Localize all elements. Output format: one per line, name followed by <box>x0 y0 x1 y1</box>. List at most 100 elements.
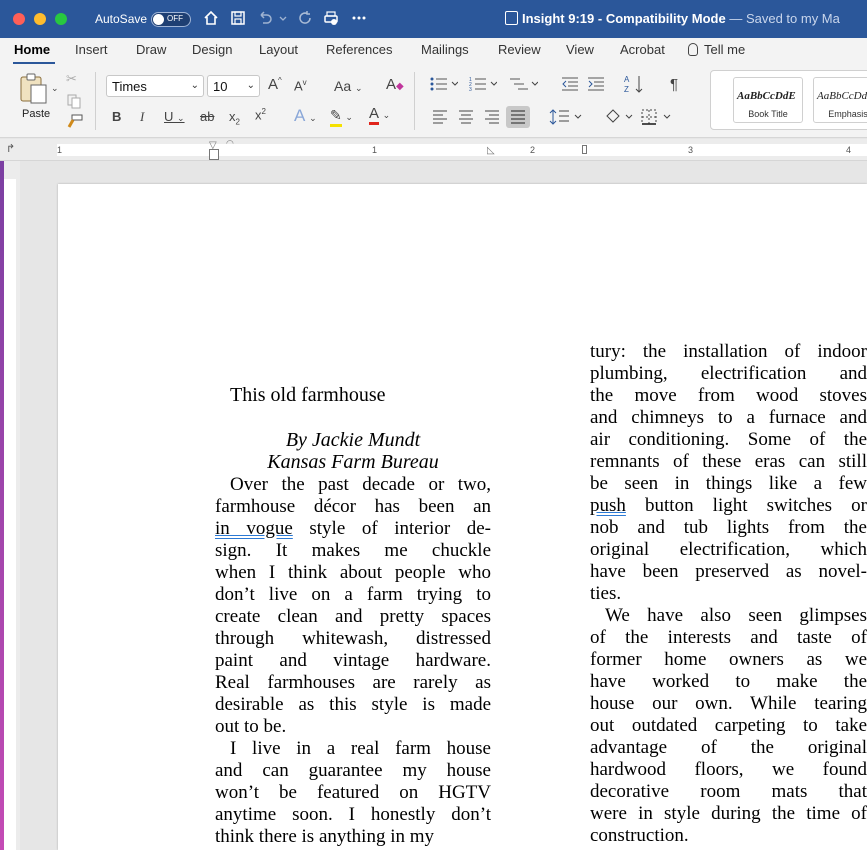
word-doc-icon <box>505 11 518 25</box>
align-left-icon[interactable] <box>432 110 448 124</box>
text-line: advantage of the original <box>590 737 867 758</box>
text-line: We have also seen glimpses <box>605 605 867 626</box>
ruler-number: 1 <box>372 145 378 155</box>
tab-view[interactable]: View <box>566 42 594 57</box>
column-marker[interactable] <box>582 145 587 154</box>
font-size-select[interactable]: 10 ⌄ <box>207 75 260 97</box>
ruler-scale: 1 1 2 3 4 <box>57 144 867 156</box>
highlight-icon[interactable]: ✎ ⌄ <box>330 107 353 127</box>
style-book-title[interactable]: AaBbCcDdE Book Title <box>733 77 803 123</box>
text-line: construction. <box>590 825 689 846</box>
tab-references[interactable]: References <box>326 42 392 57</box>
text-line: in vogue style of interior de- <box>215 518 491 539</box>
text-line: when I think about people who <box>215 562 491 583</box>
tab-draw[interactable]: Draw <box>136 42 166 57</box>
borders-icon[interactable] <box>641 108 673 126</box>
numbering-icon[interactable]: 123 <box>469 76 497 92</box>
ribbon-separator <box>95 72 96 130</box>
text-line: Over the past decade or two, <box>230 474 491 495</box>
home-icon[interactable] <box>202 9 220 27</box>
autosave-toggle[interactable]: OFF <box>151 12 191 27</box>
clear-formatting-icon[interactable]: A◆ <box>386 76 404 93</box>
line-spacing-icon[interactable] <box>549 108 583 126</box>
text-line: former home owners as we <box>590 649 867 670</box>
print-icon[interactable] <box>322 9 340 27</box>
lightbulb-icon <box>688 43 698 56</box>
paste-button[interactable] <box>18 72 52 106</box>
superscript-button[interactable]: x2 <box>255 107 266 122</box>
shading-icon[interactable] <box>604 108 634 126</box>
style-name: Emphasis <box>828 109 867 119</box>
tab-mailings[interactable]: Mailings <box>421 42 469 57</box>
text-line: Real farmhouses are rarely as <box>215 672 491 693</box>
increase-indent-icon[interactable] <box>587 76 605 92</box>
byline-organization: Kansas Farm Bureau <box>267 451 439 473</box>
tab-review[interactable]: Review <box>498 42 541 57</box>
copy-icon[interactable] <box>66 93 82 109</box>
tab-design[interactable]: Design <box>192 42 232 57</box>
paste-dropdown-icon[interactable]: ⌄ <box>51 83 59 94</box>
multilevel-list-icon[interactable] <box>508 76 538 92</box>
chevron-down-icon: ⌄ <box>246 80 255 91</box>
align-right-icon[interactable] <box>484 110 500 124</box>
horizontal-ruler[interactable]: ↱ 1 1 2 3 4 ▽ ◠ ◺ <box>0 138 867 161</box>
strikethrough-button[interactable]: ab <box>200 109 214 124</box>
text-line: nob and tub lights from the <box>590 517 867 538</box>
tell-me[interactable]: Tell me <box>688 42 745 57</box>
font-size-value: 10 <box>213 79 228 94</box>
sort-icon[interactable]: AZ <box>624 74 646 94</box>
more-options-icon[interactable] <box>350 9 368 27</box>
left-indent-marker[interactable] <box>209 149 219 160</box>
zoom-window-button[interactable] <box>55 13 67 25</box>
style-emphasis[interactable]: AaBbCcDd Emphasis <box>813 77 867 123</box>
undo-icon[interactable] <box>256 9 274 27</box>
bold-button[interactable]: B <box>112 109 121 124</box>
italic-button[interactable]: I <box>140 109 144 125</box>
font-name-select[interactable]: Times ⌄ <box>106 75 204 97</box>
text-line: won’t be featured on HGTV <box>215 782 491 803</box>
text-effects-icon[interactable]: A ⌄ <box>294 106 317 126</box>
article-heading: This old farmhouse <box>230 384 386 406</box>
minimize-window-button[interactable] <box>34 13 46 25</box>
tab-home[interactable]: Home <box>14 42 50 57</box>
tab-selector-icon[interactable]: ↱ <box>6 142 15 155</box>
grow-font-icon[interactable]: A^ <box>268 76 282 93</box>
right-column: tury: the installation of indoor plumbing… <box>590 341 867 847</box>
ruler-number: 3 <box>688 145 694 155</box>
text-line: don’t live on a farm trying to <box>215 584 491 605</box>
text-line: create clean and pretty spaces <box>215 606 491 627</box>
tab-acrobat[interactable]: Acrobat <box>620 42 665 57</box>
ribbon-separator <box>414 72 415 130</box>
align-center-icon[interactable] <box>458 110 474 124</box>
underline-button[interactable]: U ⌄ <box>164 109 185 124</box>
bullets-icon[interactable] <box>430 76 458 92</box>
text-line: decorative room mats that <box>590 781 867 802</box>
toggle-state: OFF <box>167 14 183 23</box>
paste-label: Paste <box>22 108 51 120</box>
format-painter-icon[interactable] <box>66 114 84 130</box>
text-line: ties. <box>590 583 622 604</box>
text-line: out outdated carpeting to take <box>590 715 867 736</box>
tab-layout[interactable]: Layout <box>259 42 298 57</box>
close-window-button[interactable] <box>13 13 25 25</box>
svg-text:Z: Z <box>624 85 629 94</box>
byline-author: By Jackie Mundt <box>285 429 421 451</box>
saved-status: — Saved to my Ma <box>729 11 840 26</box>
ruler-number: 4 <box>846 145 852 155</box>
undo-dropdown-icon[interactable] <box>278 9 288 27</box>
cut-icon[interactable]: ✂ <box>66 71 77 87</box>
justify-button[interactable] <box>506 106 530 128</box>
show-formatting-icon[interactable]: ¶ <box>670 76 678 93</box>
indent-marker[interactable]: ◠ <box>226 138 234 149</box>
font-color-icon[interactable]: A ⌄ <box>369 106 390 125</box>
change-case-icon[interactable]: Aa ⌄ <box>334 78 363 94</box>
subscript-button[interactable]: x2 <box>229 109 240 127</box>
shrink-font-icon[interactable]: Av <box>294 78 307 93</box>
vertical-ruler-scale <box>4 179 16 850</box>
redo-icon[interactable] <box>296 9 314 27</box>
decrease-indent-icon[interactable] <box>561 76 579 92</box>
right-indent-marker[interactable]: ◺ <box>487 145 495 156</box>
tab-insert[interactable]: Insert <box>75 42 108 57</box>
save-icon[interactable] <box>229 9 247 27</box>
text-line: air conditioning. Some of the <box>590 429 867 450</box>
